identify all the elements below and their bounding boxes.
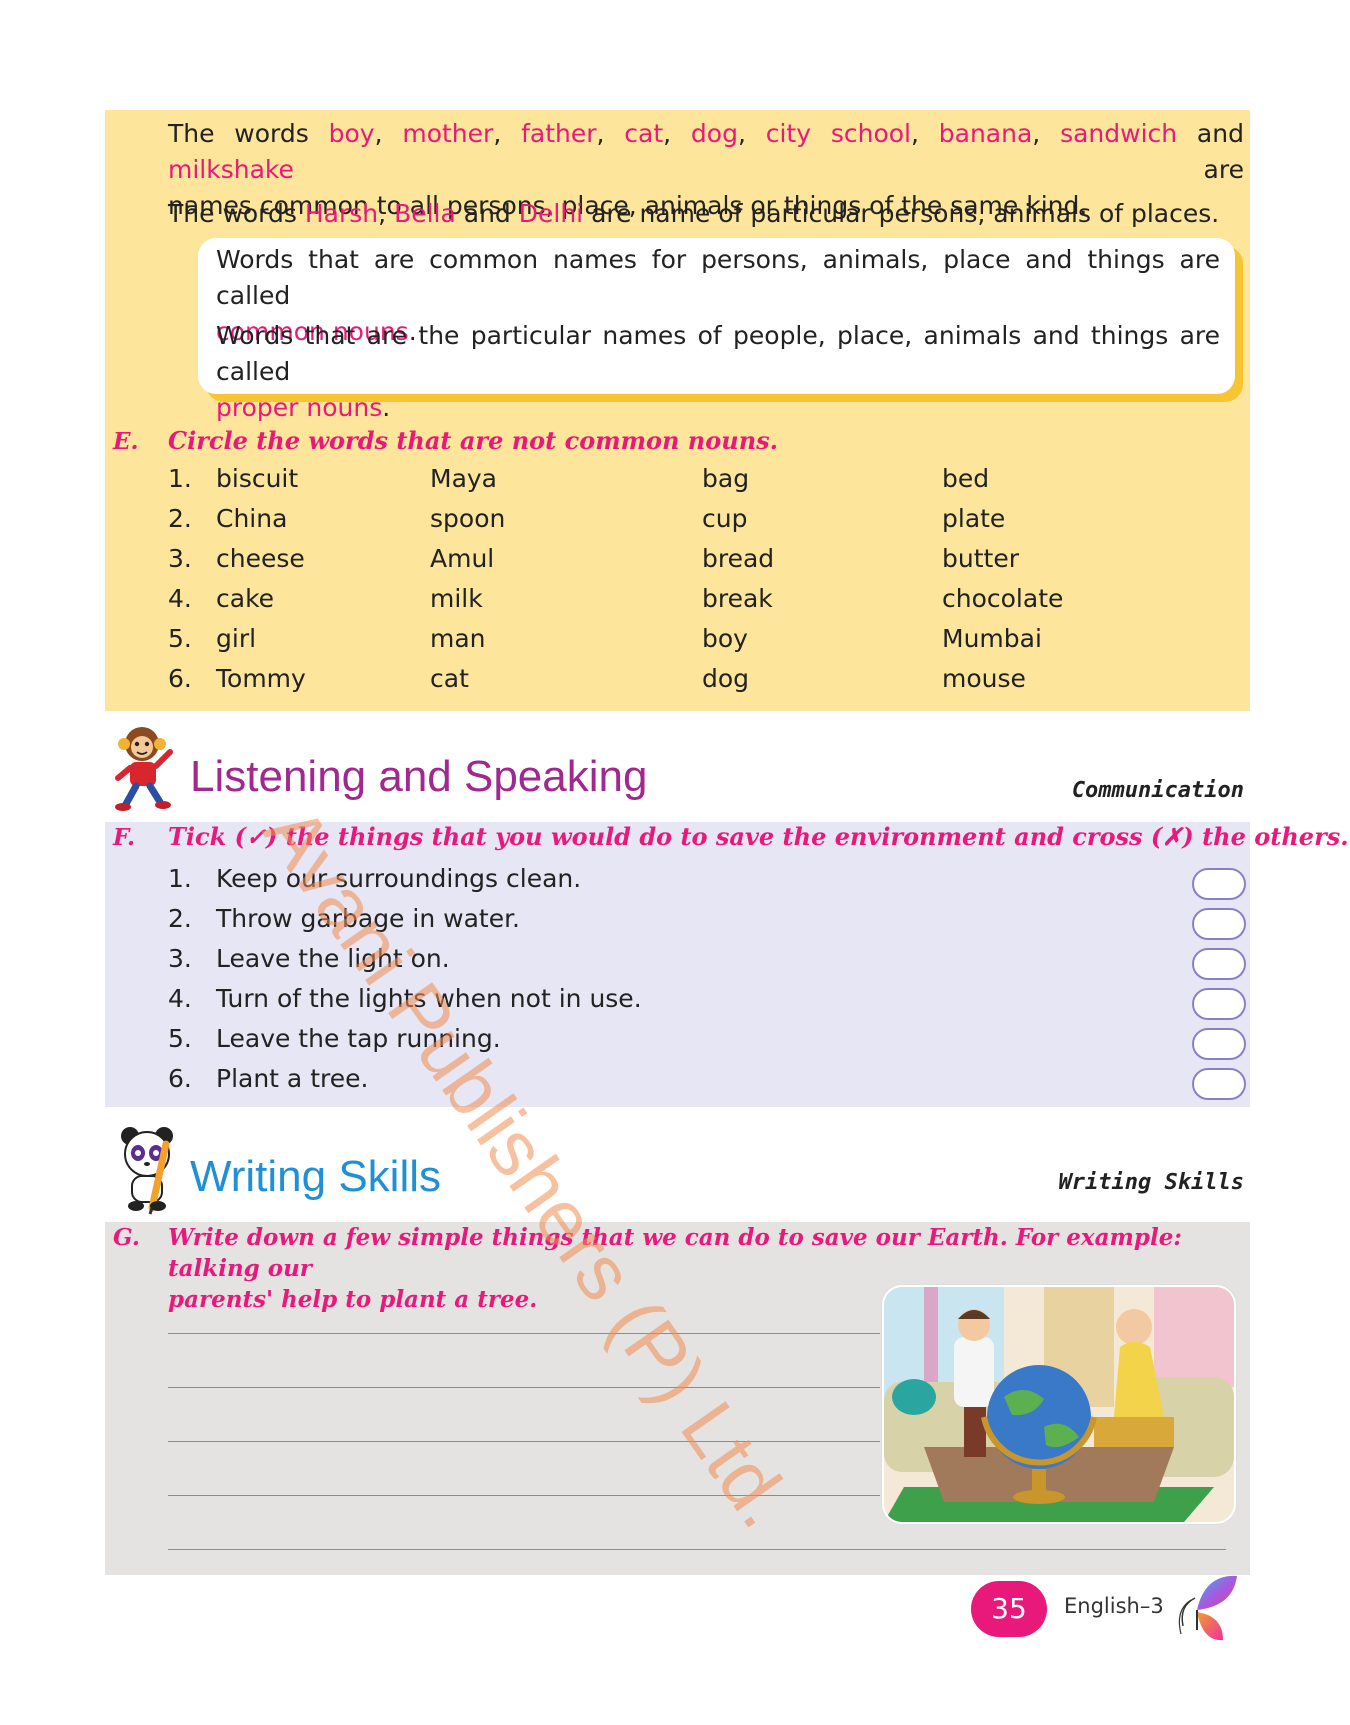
family-globe-illustration <box>882 1285 1236 1524</box>
item-text: Turn of the lights when not in use. <box>216 984 642 1013</box>
exercise-f-letter: F. <box>113 824 136 851</box>
tick-cross-list: 1. Keep our surroundings clean. 2. Throw… <box>168 864 1248 1104</box>
word-option[interactable]: chocolate <box>942 584 1063 613</box>
item-text: Plant a tree. <box>216 1064 369 1093</box>
word-option[interactable]: break <box>702 584 773 613</box>
item-number: 2. <box>168 904 192 933</box>
word-option[interactable]: biscuit <box>216 464 298 493</box>
monkey-mascot-icon <box>115 727 173 811</box>
row-number: 5. <box>168 624 192 653</box>
writing-line[interactable] <box>168 1495 880 1496</box>
instruction-line: Write down a few simple things that we c… <box>168 1224 1182 1282</box>
list-item: 6. Plant a tree. <box>168 1064 1248 1104</box>
list-item: 4. Turn of the lights when not in use. <box>168 984 1248 1024</box>
word-option[interactable]: dog <box>702 664 749 693</box>
word-option[interactable]: Mumbai <box>942 624 1042 653</box>
page-number-badge: 35 <box>971 1581 1047 1637</box>
grid-row: 3. cheese Amul bread butter <box>168 544 1168 584</box>
book-title: English–3 <box>1064 1594 1164 1618</box>
item-text: Leave the light on. <box>216 944 450 973</box>
word-option[interactable]: Amul <box>430 544 494 573</box>
writing-line[interactable] <box>168 1441 880 1442</box>
grid-row: 2. China spoon cup plate <box>168 504 1168 544</box>
writing-skills-title: Writing Skills <box>190 1152 442 1201</box>
butterfly-logo-icon <box>1178 1575 1237 1641</box>
row-number: 6. <box>168 664 192 693</box>
word-option[interactable]: bag <box>702 464 749 493</box>
list-item: 5. Leave the tap running. <box>168 1024 1248 1064</box>
paragraph-particular-words: The words Harsh, Bella and Delhi are nam… <box>168 199 1220 228</box>
answer-box[interactable] <box>1192 988 1246 1020</box>
answer-box[interactable] <box>1192 1028 1246 1060</box>
proper-noun-definition: Words that are the particular names of p… <box>216 321 1220 422</box>
row-number: 1. <box>168 464 192 493</box>
exercise-e-letter: E. <box>113 428 139 455</box>
word-option[interactable]: Tommy <box>216 664 306 693</box>
exercise-e-instruction: Circle the words that are not common nou… <box>168 426 779 455</box>
word-option[interactable]: bed <box>942 464 989 493</box>
row-number: 3. <box>168 544 192 573</box>
writing-line[interactable] <box>168 1387 880 1388</box>
item-number: 4. <box>168 984 192 1013</box>
writing-skills-tag: Writing Skills <box>1058 1170 1244 1195</box>
answer-box[interactable] <box>1192 1068 1246 1100</box>
list-item: 2. Throw garbage in water. <box>168 904 1248 944</box>
word-option[interactable]: cat <box>430 664 469 693</box>
answer-box[interactable] <box>1192 868 1246 900</box>
exercise-f-instruction: Tick (✓) the things that you would do to… <box>168 822 1349 851</box>
grid-row: 4. cake milk break chocolate <box>168 584 1168 624</box>
item-number: 6. <box>168 1064 192 1093</box>
row-number: 2. <box>168 504 192 533</box>
exercise-g-letter: G. <box>113 1224 140 1251</box>
word-option[interactable]: milk <box>430 584 483 613</box>
item-number: 5. <box>168 1024 192 1053</box>
item-number: 3. <box>168 944 192 973</box>
list-item: 1. Keep our surroundings clean. <box>168 864 1248 904</box>
answer-box[interactable] <box>1192 908 1246 940</box>
word-option[interactable]: spoon <box>430 504 505 533</box>
word-option[interactable]: bread <box>702 544 774 573</box>
grid-row: 6. Tommy cat dog mouse <box>168 664 1168 704</box>
writing-line[interactable] <box>168 1549 1226 1550</box>
grid-row: 1. biscuit Maya bag bed <box>168 464 1168 504</box>
word-option[interactable]: plate <box>942 504 1005 533</box>
definition-box: Words that are common names for persons,… <box>198 238 1235 422</box>
item-number: 1. <box>168 864 192 893</box>
word-option[interactable]: cake <box>216 584 274 613</box>
word-option[interactable]: Maya <box>430 464 497 493</box>
listening-speaking-title: Listening and Speaking <box>190 752 648 801</box>
word-option[interactable]: girl <box>216 624 256 653</box>
instruction-line: parents' help to plant a tree. <box>168 1286 538 1313</box>
word-option[interactable]: China <box>216 504 287 533</box>
word-option[interactable]: mouse <box>942 664 1026 693</box>
noun-word-grid: 1. biscuit Maya bag bed 2. China spoon c… <box>168 464 1168 704</box>
answer-box[interactable] <box>1192 948 1246 980</box>
row-number: 4. <box>168 584 192 613</box>
word-option[interactable]: man <box>430 624 486 653</box>
word-option[interactable]: boy <box>702 624 748 653</box>
item-text: Leave the tap running. <box>216 1024 501 1053</box>
word-option[interactable]: cheese <box>216 544 305 573</box>
panda-mascot-icon <box>121 1127 173 1215</box>
list-item: 3. Leave the light on. <box>168 944 1248 984</box>
communication-tag: Communication <box>1071 778 1244 803</box>
item-text: Keep our surroundings clean. <box>216 864 582 893</box>
word-option[interactable]: butter <box>942 544 1019 573</box>
writing-line[interactable] <box>168 1333 880 1334</box>
grid-row: 5. girl man boy Mumbai <box>168 624 1168 664</box>
word-option[interactable]: cup <box>702 504 747 533</box>
item-text: Throw garbage in water. <box>216 904 521 933</box>
